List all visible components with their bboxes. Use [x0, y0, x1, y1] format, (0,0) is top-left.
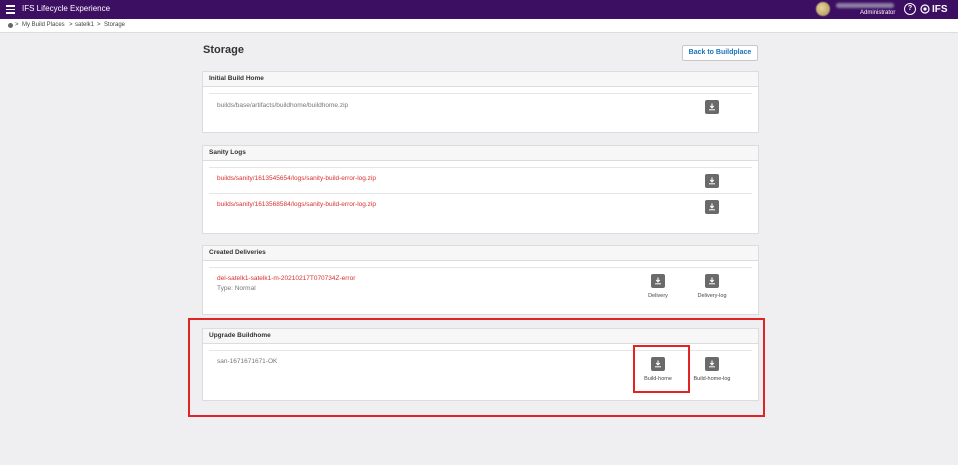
user-avatar[interactable]	[816, 2, 830, 16]
download-icon	[709, 203, 715, 211]
page-title: Storage	[203, 44, 244, 56]
delivery-type: Type: Normal	[217, 285, 256, 292]
hamburger-menu-icon[interactable]	[6, 5, 15, 14]
download-icon	[709, 177, 715, 185]
breadcrumb-storage: Storage	[104, 22, 126, 28]
divider	[209, 267, 752, 268]
download-delivery-log-button[interactable]	[705, 274, 719, 288]
download-button[interactable]	[705, 174, 719, 188]
panel-created-deliveries: Created Deliveries del-satelk1-satelk1-m…	[202, 245, 759, 315]
ifs-logo: IFS	[920, 1, 948, 17]
breadcrumb: > My Build Places > satelk1 > Storage	[0, 19, 958, 33]
help-icon[interactable]: ?	[904, 3, 916, 15]
panel-sanity-logs: Sanity Logs builds/sanity/1613545654/log…	[202, 145, 759, 234]
download-button[interactable]	[705, 100, 719, 114]
panel-title: Sanity Logs	[203, 146, 758, 161]
app-title: IFS Lifecycle Experience	[22, 4, 111, 13]
download-icon	[655, 277, 661, 285]
breadcrumb-satelk1[interactable]: satelk1	[75, 19, 94, 32]
delivery-link[interactable]: del-satelk1-satelk1-m-20210217T070734Z-e…	[217, 275, 355, 282]
download-label: Delivery-log	[697, 293, 727, 299]
download-label: Delivery	[648, 293, 668, 299]
divider	[209, 167, 752, 168]
download-icon	[709, 103, 715, 111]
ifs-logo-mark-icon	[920, 4, 930, 14]
download-delivery-button[interactable]	[651, 274, 665, 288]
home-dot-icon[interactable]	[8, 23, 13, 28]
top-bar: IFS Lifecycle Experience Administrator ?…	[0, 0, 958, 19]
file-path: builds/base/artifacts/buildhome/buildhom…	[217, 102, 349, 109]
panel-initial-build-home: Initial Build Home builds/base/artifacts…	[202, 71, 759, 133]
highlight-box-build-home-download	[633, 345, 690, 393]
breadcrumb-separator: >	[15, 22, 19, 28]
logo-text: IFS	[932, 3, 948, 15]
breadcrumb-my-build-places[interactable]: My Build Places	[22, 19, 65, 32]
user-name-blurred	[836, 3, 894, 8]
breadcrumb-separator: >	[97, 22, 101, 28]
panel-title: Initial Build Home	[203, 72, 758, 87]
panel-title: Created Deliveries	[203, 246, 758, 261]
download-button[interactable]	[705, 200, 719, 214]
breadcrumb-separator: >	[69, 22, 73, 28]
file-link[interactable]: builds/sanity/1613545654/logs/sanity-bui…	[217, 175, 376, 182]
divider	[209, 193, 752, 194]
file-link[interactable]: builds/sanity/1613568584/logs/sanity-bui…	[217, 201, 376, 208]
divider	[209, 93, 752, 94]
user-role: Administrator	[860, 10, 896, 16]
download-icon	[709, 277, 715, 285]
back-to-buildplace-button[interactable]: Back to Buildplace	[682, 45, 758, 61]
